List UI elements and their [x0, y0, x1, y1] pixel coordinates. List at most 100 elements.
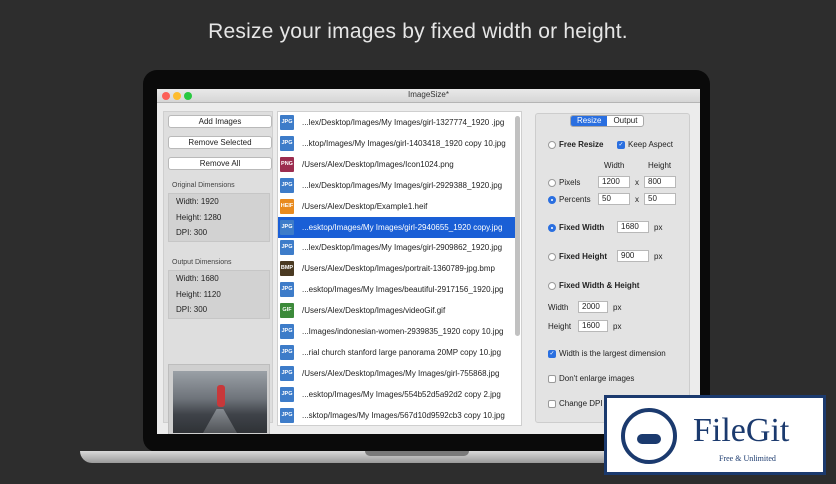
file-list-scrollbar[interactable] [515, 116, 520, 336]
dont-enlarge-label: Don't enlarge images [559, 374, 635, 383]
keep-aspect-checkbox[interactable]: ✓ [617, 141, 625, 149]
pixels-label: Pixels [559, 178, 581, 187]
fixed-width-height-radio[interactable] [548, 282, 556, 290]
output-dimensions-title: Output Dimensions [172, 259, 232, 266]
file-type-icon: HEIF [280, 198, 294, 214]
preview-image [173, 371, 267, 433]
file-type-icon: JPG [280, 219, 294, 235]
percents-radio[interactable] [548, 196, 556, 204]
file-list-row[interactable]: BMP/Users/Alex/Desktop/Images/portrait-1… [278, 258, 515, 279]
tab-output[interactable]: Output [607, 116, 643, 126]
fixed-height-radio[interactable] [548, 253, 556, 261]
file-list-row[interactable]: JPG ...lex/Desktop/Images/My Images/girl-… [278, 112, 515, 133]
original-dpi: DPI: 300 [176, 228, 208, 237]
headline: Resize your images by fixed width or hei… [208, 20, 628, 43]
file-name: ...Images/indonesian-women-2939835_1920 … [302, 327, 504, 336]
output-width: Width: 1680 [176, 274, 219, 283]
app-window: ImageSize* Add Images Remove Selected Re… [157, 89, 700, 434]
file-name: ...lex/Desktop/Images/My Images/girl-290… [302, 243, 503, 253]
file-name: /Users/Alex/Desktop/Images/My Images/gir… [302, 368, 500, 378]
tab-bar: Resize Output [570, 115, 645, 127]
file-name: /Users/Alex/Desktop/Images/videoGif.gif [302, 306, 446, 316]
window-title: ImageSize* [408, 90, 449, 99]
fixed-width-unit: px [654, 223, 663, 232]
file-type-icon: JPG [280, 177, 294, 193]
keep-aspect-label: Keep Aspect [628, 140, 673, 149]
preview-road [203, 409, 237, 433]
file-list-row[interactable]: JPG/Users/Alex/Desktop/Images/My Images/… [278, 363, 515, 384]
file-list-row[interactable]: JPG ...esktop/Images/My Images/554b52d5a9… [278, 384, 515, 405]
fixed-height-label: Fixed Height [559, 252, 608, 261]
file-list-row[interactable]: PNG/Users/Alex/Desktop/Images/Icon1024.p… [278, 154, 515, 175]
file-name: ...esktop/Images/My Images/girl-2940655_… [302, 222, 503, 232]
dont-enlarge-checkbox[interactable] [548, 375, 556, 383]
fixed-width-input[interactable]: 1680 [617, 221, 649, 233]
pixels-width-input[interactable]: 1200 [598, 176, 630, 188]
change-dpi-checkbox[interactable] [548, 400, 556, 408]
free-resize-label: Free Resize [559, 140, 604, 149]
remove-selected-button[interactable]: Remove Selected [168, 136, 272, 149]
file-type-icon: JPG [280, 324, 294, 339]
file-list-row[interactable]: JPG ...lex/Desktop/Images/My Images/girl-… [278, 175, 515, 196]
titlebar: ImageSize* [157, 89, 700, 103]
file-list-row[interactable]: JPG ...esktop/Images/My Images/girl-29406… [278, 216, 515, 238]
change-dpi-label: Change DPI [559, 399, 603, 408]
fwh-width-input[interactable]: 2000 [578, 301, 608, 313]
preview-figure [217, 385, 225, 407]
fwh-height-input[interactable]: 1600 [578, 320, 608, 332]
add-images-button[interactable]: Add Images [168, 115, 272, 128]
file-list-row[interactable]: JPG ...ktop/Images/My Images/girl-1403418… [278, 133, 515, 154]
remove-all-button[interactable]: Remove All [168, 157, 272, 170]
file-type-icon: JPG [280, 407, 294, 423]
width-column-label: Width [604, 161, 625, 170]
watermark-tagline: Free & Unlimited [719, 454, 776, 463]
file-name: ...lex/Desktop/Images/My Images/girl-132… [302, 118, 505, 127]
height-column-label: Height [648, 161, 672, 170]
percents-width-input[interactable]: 50 [598, 193, 630, 205]
file-name: ...esktop/Images/My Images/beautiful-291… [302, 285, 504, 295]
file-list[interactable]: JPG ...lex/Desktop/Images/My Images/girl-… [277, 111, 522, 426]
file-list-row[interactable]: JPG ...sktop/Images/My Images/567d10d9592… [278, 405, 515, 425]
cloud-icon [637, 434, 661, 444]
original-dimensions-box: Width: 1920 Height: 1280 DPI: 300 [168, 193, 270, 242]
filegit-logo-icon [621, 408, 677, 464]
original-dimensions-title: Original Dimensions [172, 182, 235, 189]
left-panel: Add Images Remove Selected Remove All Or… [163, 111, 273, 434]
fixed-height-input[interactable]: 900 [617, 250, 649, 262]
tab-resize[interactable]: Resize [571, 116, 608, 126]
output-height: Height: 1120 [176, 289, 221, 299]
file-type-icon: PNG [280, 156, 294, 172]
file-type-icon: BMP [280, 261, 294, 277]
fwh-height-label: Height [548, 322, 572, 331]
largest-dimension-checkbox[interactable]: ✓ [548, 350, 556, 358]
file-type-icon: JPG [280, 365, 294, 381]
file-type-icon: JPG [280, 344, 294, 360]
file-name: ...esktop/Images/My Images/554b52d5a92d2… [302, 389, 501, 399]
pixels-radio[interactable] [548, 179, 556, 187]
fixed-width-label: Fixed Width [559, 223, 605, 232]
file-type-icon: JPG [280, 135, 294, 151]
file-type-icon: JPG [280, 282, 294, 298]
file-list-row[interactable]: HEIF/Users/Alex/Desktop/Example1.heif [278, 196, 515, 217]
file-list-row[interactable]: JPG ...Images/indonesian-women-2939835_19… [278, 321, 515, 342]
file-type-icon: JPG [280, 115, 294, 130]
file-name: ...rial church stanford large panorama 2… [302, 347, 502, 357]
watermark-name: FileGit [693, 412, 790, 449]
percents-height-input[interactable]: 50 [644, 193, 676, 205]
file-list-row[interactable]: JPG ...esktop/Images/My Images/beautiful-… [278, 279, 515, 300]
file-list-row[interactable]: JPG ...lex/Desktop/Images/My Images/girl-… [278, 237, 515, 258]
output-dimensions-box: Width: 1680 Height: 1120 DPI: 300 [168, 270, 270, 319]
file-name: ...ktop/Images/My Images/girl-1403418_19… [302, 138, 506, 148]
fixed-width-radio[interactable] [548, 224, 556, 232]
file-type-icon: GIF [280, 303, 294, 319]
file-list-row[interactable]: GIF/Users/Alex/Desktop/Images/videoGif.g… [278, 300, 515, 321]
largest-dimension-label: Width is the largest dimension [559, 349, 666, 358]
file-type-icon: JPG [280, 386, 294, 402]
laptop-notch [365, 451, 469, 456]
pixels-height-input[interactable]: 800 [644, 176, 676, 188]
file-list-row[interactable]: JPG ...rial church stanford large panoram… [278, 342, 515, 363]
file-type-icon: JPG [280, 240, 294, 256]
file-name: ...sktop/Images/My Images/567d10d9592cb3… [302, 410, 505, 420]
free-resize-radio[interactable] [548, 141, 556, 149]
file-name: /Users/Alex/Desktop/Images/Icon1024.png [302, 159, 454, 169]
